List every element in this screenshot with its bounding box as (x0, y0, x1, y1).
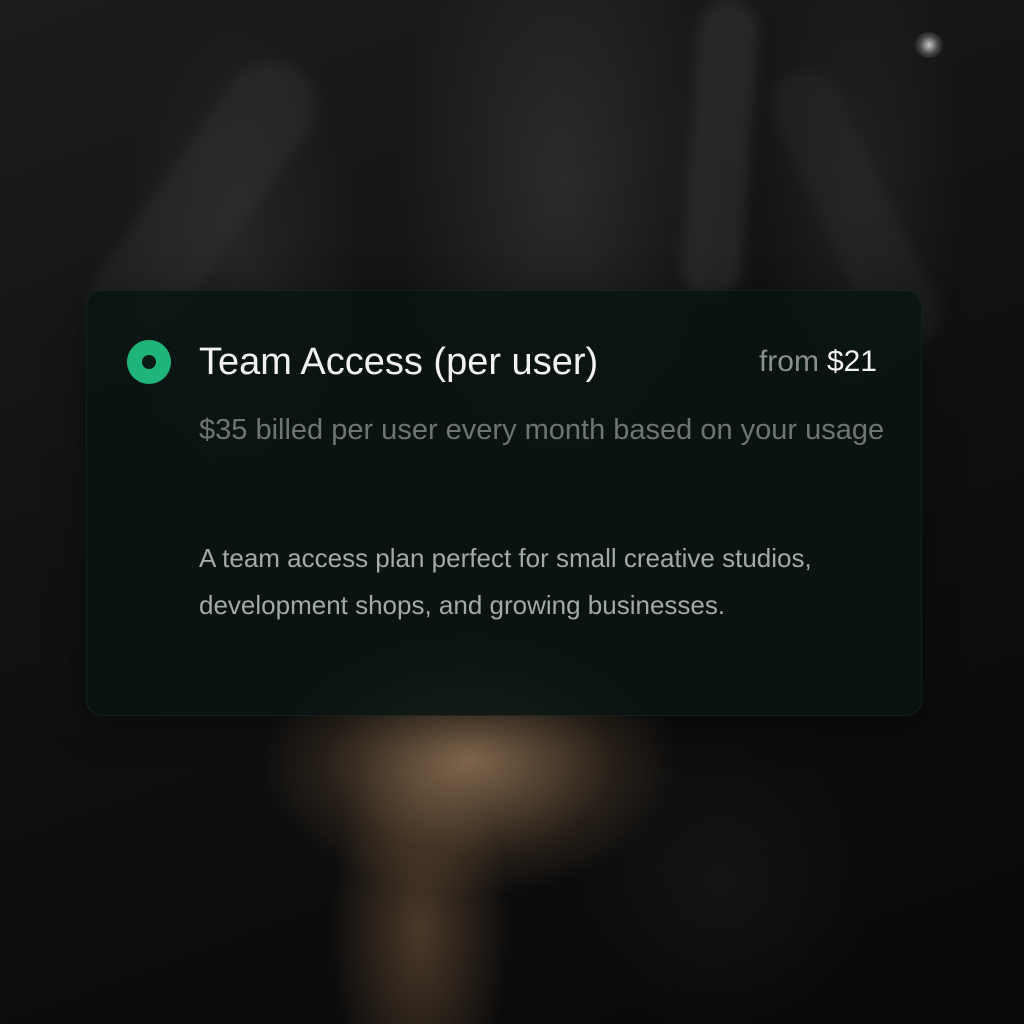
plan-price: from $21 (759, 339, 877, 385)
plan-title: Team Access (per user) (199, 341, 599, 383)
plan-description: A team access plan perfect for small cre… (199, 543, 812, 620)
background-highlight (679, 0, 761, 302)
plan-option-card[interactable]: Team Access (per user) from $21 $35 bille… (86, 290, 922, 716)
radio-selected-icon[interactable] (127, 340, 171, 384)
background-photo: Team Access (per user) from $21 $35 bille… (0, 0, 1024, 1024)
price-prefix: from (758, 345, 819, 378)
billing-note: $35 billed per user every month based on… (199, 414, 885, 446)
price-amount: $21 (826, 345, 877, 378)
background-glint (914, 32, 944, 58)
